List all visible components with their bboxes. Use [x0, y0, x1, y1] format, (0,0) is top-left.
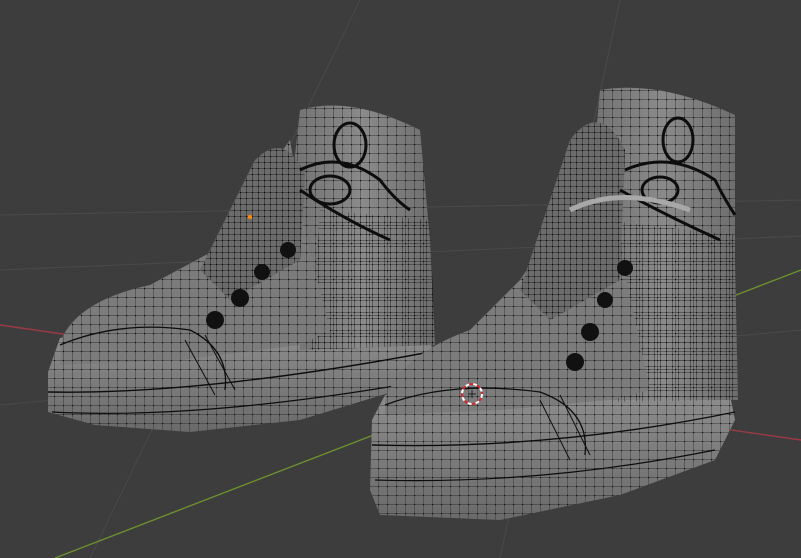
- left-sneaker-mesh[interactable]: [47, 105, 435, 433]
- selected-vertex: [247, 214, 253, 220]
- 3d-viewport[interactable]: [0, 0, 801, 558]
- viewport-canvas[interactable]: [0, 0, 801, 558]
